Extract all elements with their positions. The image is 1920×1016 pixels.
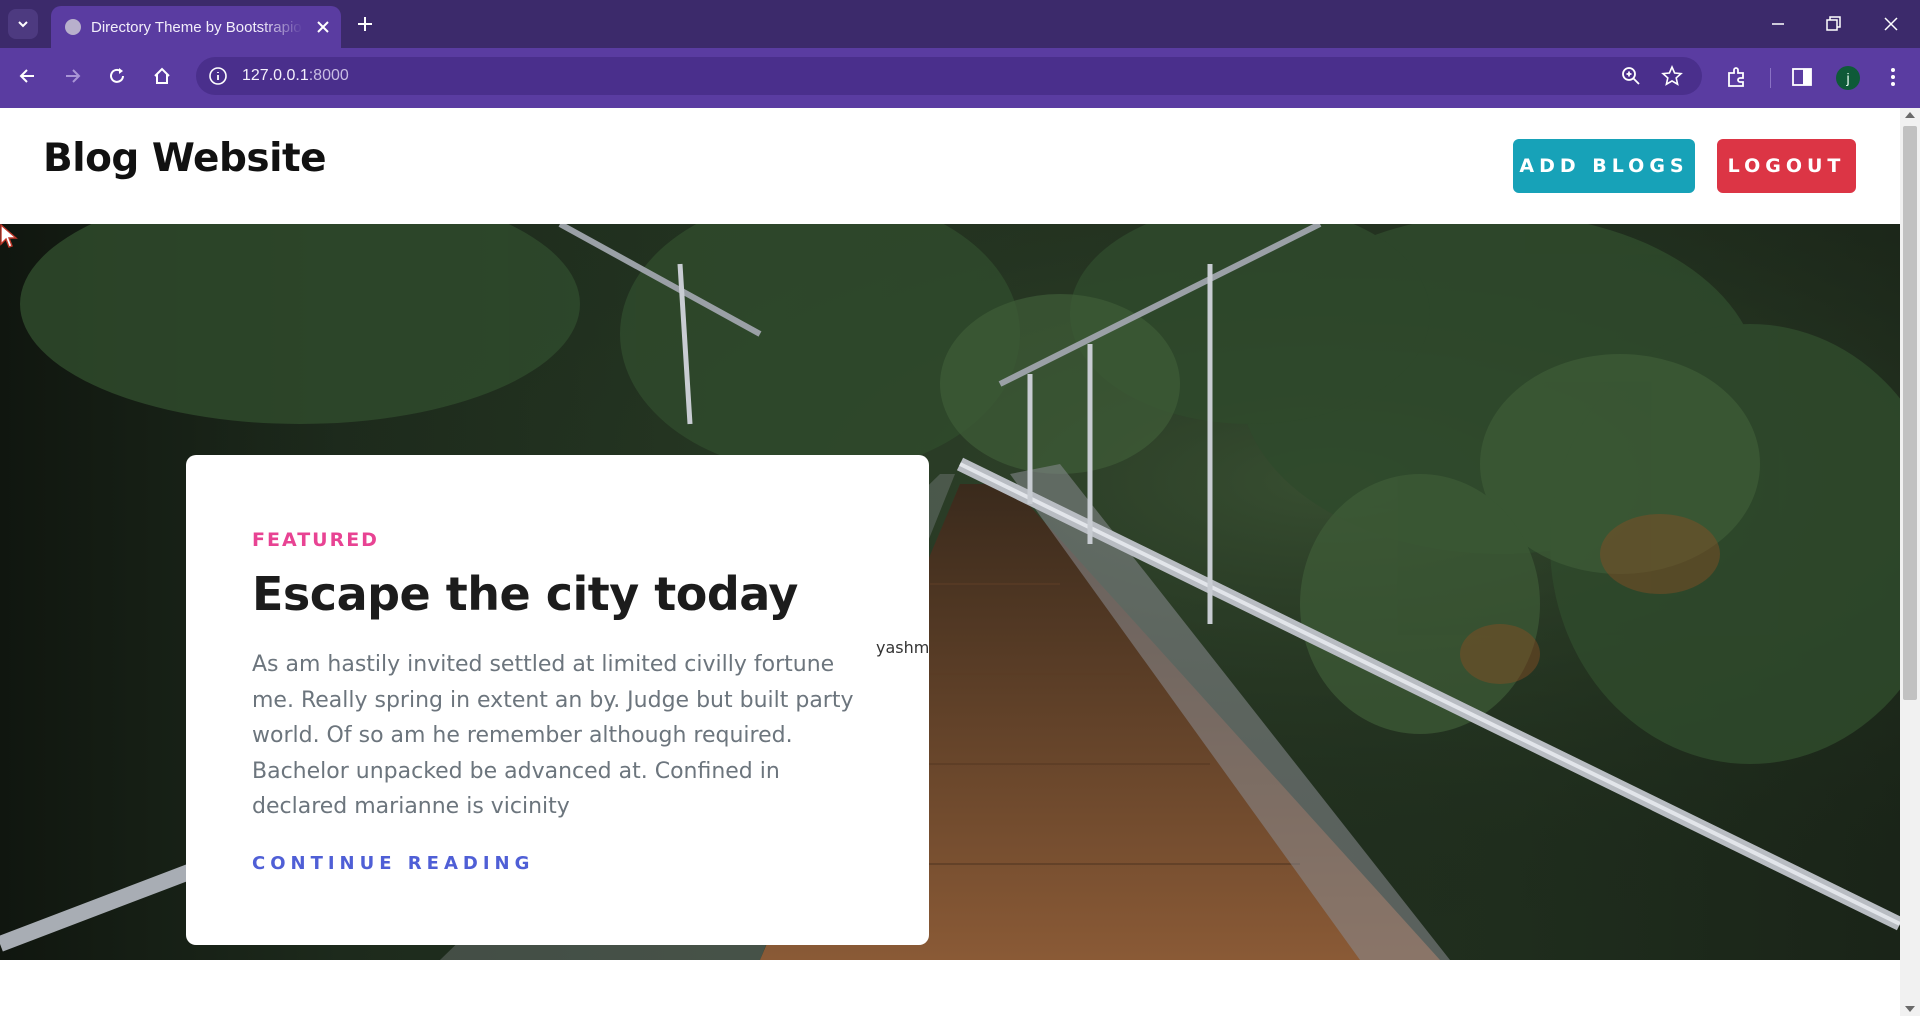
site-info-icon[interactable] bbox=[206, 64, 230, 88]
scrollbar-thumb[interactable] bbox=[1903, 126, 1917, 700]
globe-icon bbox=[65, 19, 81, 35]
home-icon bbox=[154, 67, 170, 84]
add-blogs-button[interactable]: ADD BLOGS bbox=[1513, 139, 1695, 193]
reload-button[interactable] bbox=[103, 62, 131, 90]
extensions-icon[interactable] bbox=[1724, 64, 1750, 90]
continue-reading-link[interactable]: CONTINUE READING bbox=[252, 853, 534, 874]
bookmark-star-icon[interactable] bbox=[1660, 64, 1684, 88]
close-icon[interactable] bbox=[313, 17, 333, 37]
logout-button[interactable]: LOGOUT bbox=[1717, 139, 1856, 193]
profile-avatar[interactable]: j bbox=[1836, 66, 1860, 90]
minimize-icon[interactable] bbox=[1766, 12, 1790, 36]
tab-search-button[interactable] bbox=[8, 9, 38, 39]
site-brand[interactable]: Blog Website bbox=[43, 136, 327, 181]
restore-icon[interactable] bbox=[1821, 12, 1845, 36]
site-header: Blog Website ADD BLOGS LOGOUT bbox=[0, 108, 1900, 224]
cursor-tooltip: yashm bbox=[876, 638, 930, 657]
featured-excerpt: As am hastily invited settled at limited… bbox=[252, 652, 854, 819]
featured-title: Escape the city today bbox=[252, 567, 798, 621]
forward-button[interactable] bbox=[58, 62, 86, 90]
reload-icon bbox=[110, 68, 124, 83]
url-text[interactable]: 127.0.0.1:8000 bbox=[242, 67, 349, 85]
back-button[interactable] bbox=[14, 62, 42, 90]
arrow-left-icon bbox=[19, 69, 34, 83]
page-scrollbar[interactable] bbox=[1900, 108, 1920, 1016]
scroll-up-icon[interactable] bbox=[1905, 112, 1915, 118]
side-panel-icon[interactable] bbox=[1789, 64, 1815, 90]
more-menu-icon[interactable] bbox=[1880, 64, 1906, 90]
tab-title: Directory Theme by Bootstrapious bbox=[91, 19, 303, 36]
home-button[interactable] bbox=[148, 62, 176, 90]
zoom-icon[interactable] bbox=[1620, 65, 1642, 87]
toolbar-divider bbox=[1770, 68, 1771, 88]
scroll-down-icon[interactable] bbox=[1905, 1006, 1915, 1012]
address-bar[interactable]: 127.0.0.1:8000 bbox=[196, 57, 1702, 95]
browser-toolbar: 127.0.0.1:8000 j bbox=[0, 48, 1920, 108]
new-tab-button[interactable] bbox=[354, 13, 376, 35]
page-viewport: Blog Website ADD BLOGS LOGOUT FEATURED E… bbox=[0, 108, 1900, 1016]
featured-post-card: FEATURED Escape the city today As am has… bbox=[186, 455, 929, 945]
featured-label: FEATURED bbox=[252, 529, 379, 551]
chevron-down-icon bbox=[18, 21, 28, 28]
browser-tab-active[interactable]: Directory Theme by Bootstrapious bbox=[51, 6, 341, 48]
arrow-right-icon bbox=[66, 69, 81, 83]
mouse-cursor-icon bbox=[0, 224, 18, 248]
hero-section: FEATURED Escape the city today As am has… bbox=[0, 224, 1900, 960]
browser-tab-strip: Directory Theme by Bootstrapious bbox=[0, 0, 1920, 48]
close-window-icon[interactable] bbox=[1879, 12, 1903, 36]
